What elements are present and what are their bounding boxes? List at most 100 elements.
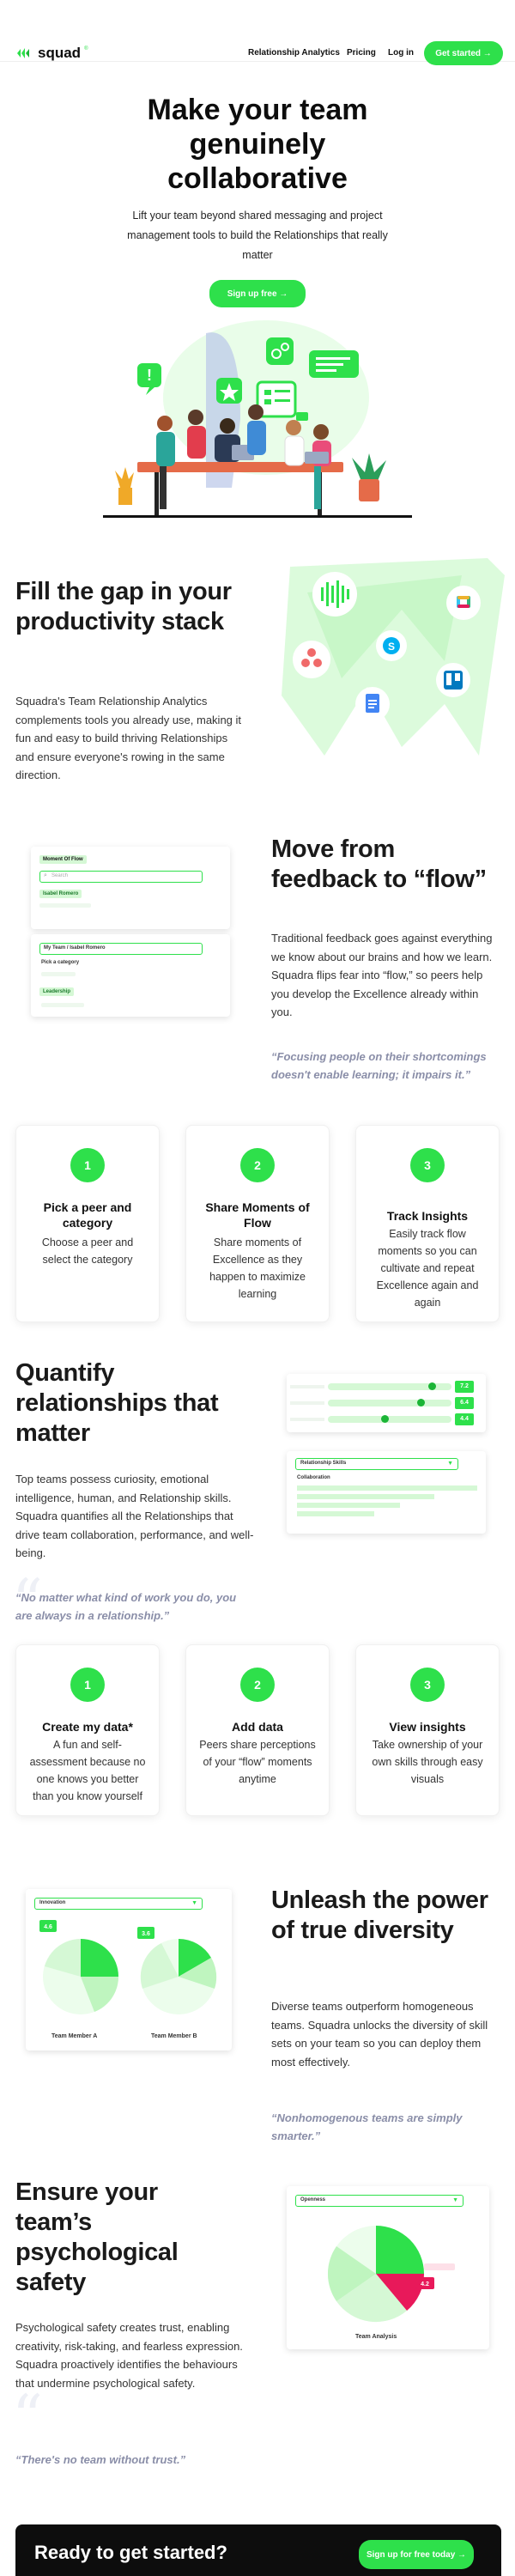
innovation-dropdown[interactable]: Innovation ▼	[34, 1898, 203, 1910]
step-number: 2	[240, 1668, 275, 1702]
placeholder-line	[39, 903, 91, 908]
openness-score: 4.2	[421, 2281, 429, 2287]
quantify-body: Top teams possess curiosity, emotional i…	[15, 1473, 254, 1559]
slider-row: 6.4	[290, 1397, 479, 1409]
step-title: View insights	[389, 1720, 466, 1734]
feedback-quote: “Focusing people on their shortcomings d…	[271, 1050, 487, 1081]
nav-link-analytics[interactable]: Relationship Analytics	[248, 48, 340, 58]
feedback-step-card: 3 Track Insights Easily track flow momen…	[355, 1125, 500, 1322]
chevron-down-icon: ▼	[452, 2197, 458, 2203]
hero-signup-button[interactable]: Sign up free →	[209, 280, 306, 307]
slack-icon	[446, 586, 481, 620]
skills-dropdown-value: Relationship Skills	[300, 1461, 347, 1466]
slider-value: 7.2	[455, 1381, 474, 1393]
quote-mark-icon: “	[12, 2382, 43, 2452]
gap-body: Squadra's Team Relationship Analytics co…	[15, 695, 242, 781]
team-analysis-label: Team Analysis	[355, 2334, 397, 2340]
navbar: squad ® Relationship Analytics Pricing L…	[0, 0, 515, 65]
footer-signup-button[interactable]: Sign up for free today →	[359, 2540, 474, 2569]
openness-panel: Openness ▼ 4.2 Team Analysis	[287, 2186, 489, 2349]
slider-row: 4.4	[290, 1413, 479, 1425]
step-title: Add data	[232, 1720, 283, 1734]
moment-search-box[interactable]: ⌕ Search	[39, 871, 203, 883]
svg-text:S: S	[388, 641, 395, 653]
nav-link-pricing[interactable]: Pricing	[347, 48, 376, 58]
slider-track[interactable]	[328, 1415, 451, 1423]
slider-handle[interactable]	[428, 1382, 436, 1390]
slider-track[interactable]	[328, 1399, 451, 1406]
footer-cta-title: Ready to get started?	[34, 2542, 227, 2563]
logo-sup: ®	[84, 46, 88, 52]
score-b: 3.6	[142, 1931, 150, 1937]
step-desc: Choose a peer and select the category	[41, 1236, 134, 1266]
innovation-dropdown-value: Innovation	[39, 1900, 66, 1905]
openness-dropdown[interactable]: Openness ▼	[295, 2195, 464, 2207]
gap-title: Fill the gap in your productivity stack	[15, 578, 232, 635]
collaboration-label: Collaboration	[297, 1475, 330, 1480]
slider-handle[interactable]	[417, 1399, 425, 1406]
slider-value: 4.4	[455, 1413, 474, 1425]
skill-bar	[297, 1503, 400, 1508]
openness-dropdown-value: Openness	[300, 2197, 326, 2202]
quantify-step-card: 2 Add data Peers share perceptions of yo…	[185, 1644, 330, 1816]
relationship-skills-panel: Relationship Skills ▼ Collaboration	[287, 1451, 486, 1534]
step-number: 2	[240, 1148, 275, 1182]
hero-title: Make your team genuinely collaborative	[147, 94, 368, 195]
slider-value: 6.4	[455, 1397, 474, 1409]
step-desc: Take ownership of your own skills throug…	[372, 1739, 483, 1785]
step-desc: A fun and self-assessment because no one…	[29, 1739, 146, 1802]
feedback-title: Move from feedback to “flow”	[271, 835, 487, 893]
score-a: 4.6	[44, 1924, 52, 1930]
peer-path: My Team / Isabel Romero	[44, 945, 106, 951]
quantify-quote: “No matter what kind of work you do, you…	[15, 1591, 237, 1622]
step-title: Create my data*	[42, 1720, 133, 1734]
skill-bar	[297, 1485, 477, 1491]
waveform-icon	[312, 572, 357, 617]
diversity-quote: “Nonhomogenous teams are simply smarter.…	[271, 2111, 463, 2142]
chevron-down-icon: ▼	[191, 1900, 197, 1906]
search-icon: ⌕	[44, 872, 47, 878]
slider-track[interactable]	[328, 1382, 451, 1390]
skills-dropdown[interactable]: Relationship Skills ▼	[295, 1458, 458, 1470]
step-number: 3	[410, 1148, 445, 1182]
category-chip[interactable]: Leadership	[39, 987, 75, 996]
quantify-title: Quantify relationships that matter	[15, 1359, 219, 1447]
member-b-label: Team Member B	[151, 2033, 197, 2039]
category-panel: My Team / Isabel Romero Pick a category …	[31, 934, 230, 1017]
logo[interactable]: squad ®	[15, 45, 88, 62]
pick-category-label: Pick a category	[41, 960, 80, 965]
logo-icon	[17, 48, 29, 58]
step-title: Share Moments of Flow	[205, 1200, 310, 1230]
step-title: Pick a peer and category	[43, 1200, 132, 1230]
placeholder-line	[41, 972, 76, 976]
quantify-step-card: 1 Create my data* A fun and self-assessm…	[15, 1644, 160, 1816]
slider-handle[interactable]	[381, 1415, 389, 1423]
get-started-button[interactable]: Get started →	[424, 41, 503, 65]
chevron-down-icon: ▼	[447, 1461, 453, 1467]
member-a-label: Team Member A	[52, 2033, 98, 2039]
peer-path-box[interactable]: My Team / Isabel Romero	[39, 943, 203, 955]
selected-peer[interactable]: Isabel Romero	[39, 890, 82, 898]
footer-cta-banner: Ready to get started? Sign up for free t…	[15, 2524, 501, 2576]
step-number: 1	[70, 1148, 105, 1182]
diversity-comparison-panel: Innovation ▼ 4.6 3.6 Team Member A Team …	[26, 1889, 232, 2050]
moment-search-placeholder: Search	[52, 873, 69, 878]
feedback-step-card: 1 Pick a peer and category Choose a peer…	[15, 1125, 160, 1322]
feedback-body: Traditional feedback goes against everyt…	[271, 932, 493, 1018]
step-number: 1	[70, 1668, 105, 1702]
team-analysis-pie: 4.2	[327, 2226, 455, 2323]
skills-sliders-panel: 7.2 6.4 4.4	[287, 1374, 486, 1432]
nav-link-login[interactable]: Log in	[388, 48, 414, 58]
step-number: 3	[410, 1668, 445, 1702]
safety-body: Psychological safety creates trust, enab…	[15, 2321, 243, 2390]
hero-subtitle: Lift your team beyond shared messaging a…	[127, 210, 388, 261]
moment-of-flow-label: Moment Of Flow	[39, 855, 87, 864]
placeholder-line	[41, 1003, 84, 1007]
step-desc: Peers share perceptions of your “flow” m…	[199, 1739, 316, 1785]
integrations-illustration: S	[282, 558, 505, 756]
step-desc: Share moments of Excellence as they happ…	[209, 1236, 306, 1300]
member-a-pie: 4.6	[39, 1920, 118, 2014]
hero-illustration: !	[103, 320, 412, 518]
skill-bar	[297, 1494, 434, 1499]
step-title: Track Insights	[386, 1209, 469, 1223]
